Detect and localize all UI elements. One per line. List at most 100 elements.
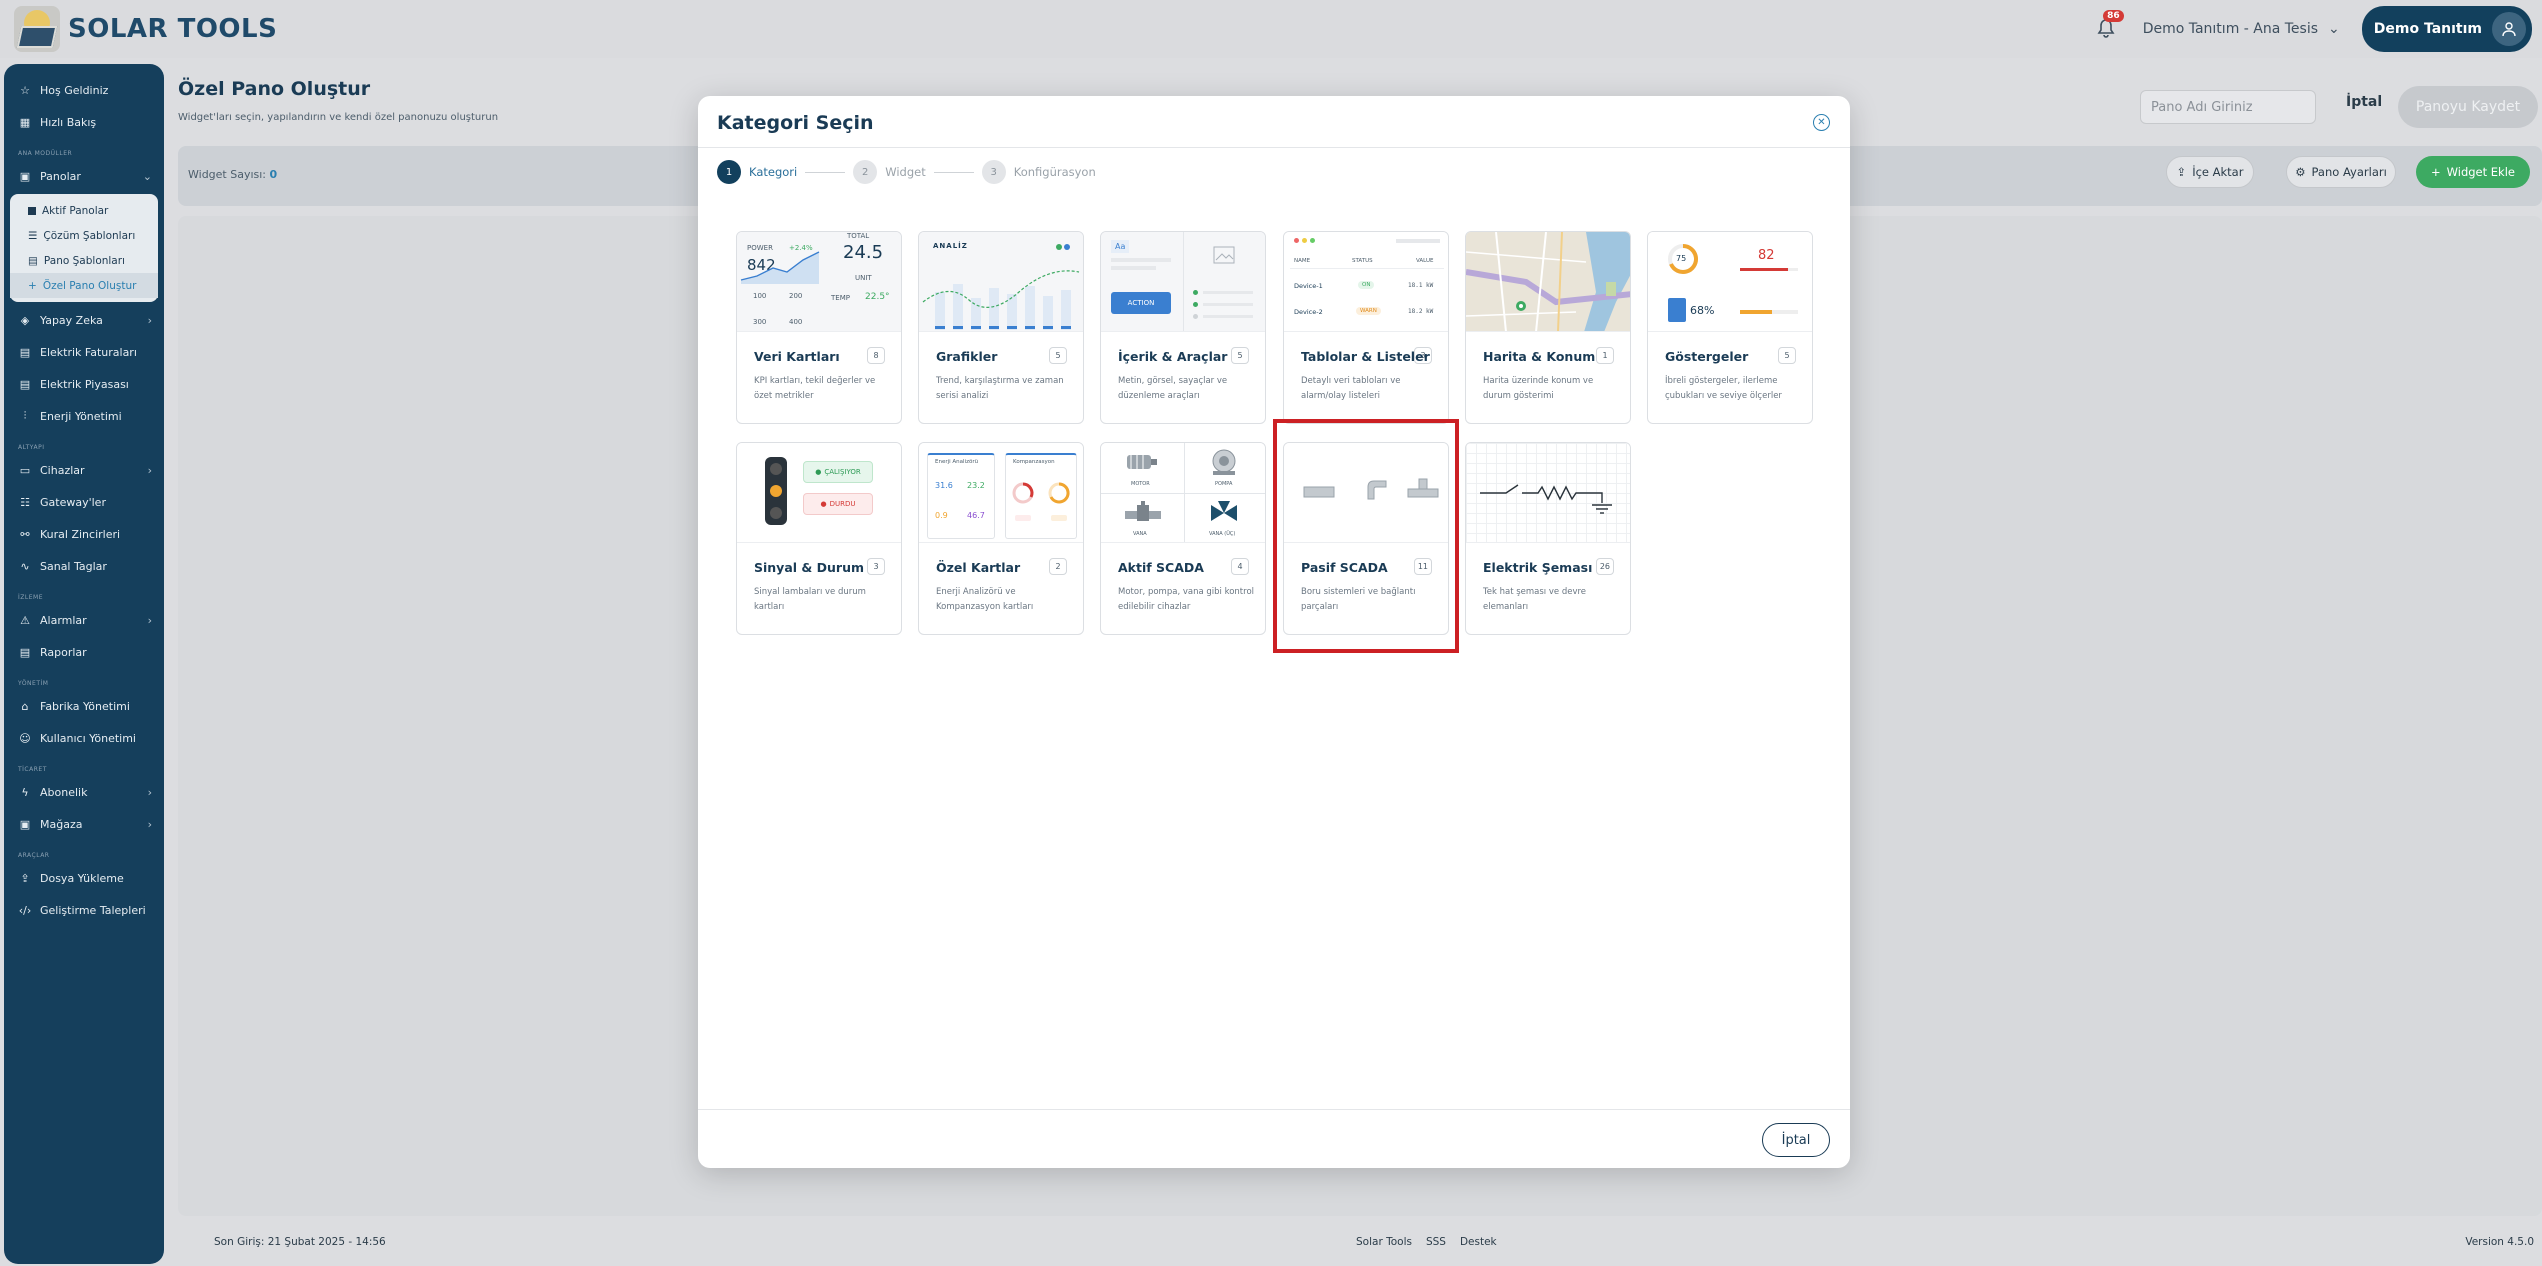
notification-badge: 86: [2103, 10, 2124, 22]
charts-thumbnail: ANALİZ: [919, 232, 1083, 332]
sidebar-section-monitor: İZLEME: [18, 594, 43, 601]
card-description: Harita üzerinde konum ve durum gösterimi: [1483, 376, 1594, 401]
thumb-text: ÇALIŞIYOR: [824, 468, 861, 476]
sidebar-item-dev-requests[interactable]: ‹/› Geliştirme Talepleri: [4, 894, 164, 926]
submenu-item-board-templates[interactable]: ▤ Pano Şablonları: [10, 248, 158, 273]
bar-line-chart-icon: [922, 244, 1080, 330]
card-description: KPI kartları, tekil değerler ve özet met…: [754, 376, 876, 401]
thumb-text: Aa: [1111, 240, 1130, 253]
sidebar-item-store[interactable]: ▣ Mağaza ›: [4, 808, 164, 840]
panolar-submenu: Aktif Panolar ☰ Çözüm Şablonları ▤ Pano Şa…: [10, 194, 158, 302]
card-count-badge: 2: [1049, 558, 1067, 575]
category-card-electrical-diagram[interactable]: Elektrik Şeması 26 Tek hat şeması ve dev…: [1465, 442, 1631, 635]
modal-cancel-button[interactable]: İptal: [1762, 1123, 1830, 1157]
list-icon: ☰: [28, 229, 38, 242]
sidebar-item-panolar[interactable]: ▣ Panolar ⌄: [4, 160, 164, 192]
sidebar-section-infra: ALTYAPI: [18, 444, 45, 451]
category-card-gauges[interactable]: 75 82 68% Göstergeler 5 İbreli göstergel…: [1647, 231, 1813, 424]
thumb-text: VANA: [1133, 531, 1147, 537]
store-icon: ▣: [19, 817, 31, 831]
card-count-badge: 5: [1049, 347, 1067, 364]
category-card-charts[interactable]: ANALİZ Grafikler 5 Trend, karşılaştırma …: [918, 231, 1084, 424]
sidebar-item-subscription[interactable]: ϟ Abonelik ›: [4, 776, 164, 808]
sidebar-item-factory[interactable]: ⌂ Fabrika Yönetimi: [4, 690, 164, 722]
import-label: İçe Aktar: [2192, 165, 2244, 179]
sidebar-item-users[interactable]: ☺ Kullanıcı Yönetimi: [4, 722, 164, 754]
upload-icon: ⇪: [2176, 165, 2187, 179]
stepper: 1 Kategori 2 Widget 3 Konfigürasyon: [717, 160, 1096, 184]
footer-link-support[interactable]: Destek: [1460, 1236, 1497, 1248]
sliders-icon: ⫶: [23, 409, 27, 422]
thumb-text: NAME: [1294, 258, 1311, 264]
notifications-button[interactable]: 86: [2091, 10, 2124, 44]
thumb-text: 400: [789, 318, 803, 326]
category-card-signals[interactable]: ● ÇALIŞIYOR ● DURDU Sinyal & Durum 3 Sin…: [736, 442, 902, 635]
plus-icon: +: [28, 279, 37, 292]
import-button[interactable]: ⇪ İçe Aktar: [2166, 156, 2254, 188]
user-menu-button[interactable]: Demo Tanıtım: [2361, 6, 2532, 52]
sidebar-item-devices[interactable]: ▭ Cihazlar ›: [4, 454, 164, 486]
category-card-content-tools[interactable]: Aa ACTION İçerik & Araçlar 5 Metin, görs…: [1100, 231, 1266, 424]
sidebar-item-rule-chains[interactable]: ⚯ Kural Zincirleri: [4, 518, 164, 550]
gauges-thumbnail: 75 82 68%: [1648, 232, 1812, 332]
thumb-text: STATUS: [1352, 258, 1373, 264]
sidebar-item-overview[interactable]: ▦ Hızlı Bakış: [4, 106, 164, 138]
thumb-status-running: ● ÇALIŞIYOR: [803, 461, 873, 483]
facility-selector[interactable]: Demo Tanıtım - Ana Tesis ⌄: [2143, 21, 2340, 37]
version: Version 4.5.0: [2465, 1236, 2534, 1248]
submenu-item-create-board[interactable]: + Özel Pano Oluştur: [10, 273, 158, 298]
category-card-map[interactable]: Harita & Konum 1 Harita üzerinde konum v…: [1465, 231, 1631, 424]
board-name-input[interactable]: Pano Adı Giriniz: [2140, 90, 2316, 124]
sidebar-item-upload[interactable]: ⇪ Dosya Yükleme: [4, 862, 164, 894]
chain-icon: ⚯: [20, 527, 30, 541]
sidebar-item-label: Gateway'ler: [40, 495, 106, 509]
category-card-tables[interactable]: NAME STATUS VALUE Device-1 ON 18.1 kW De…: [1283, 231, 1449, 424]
card-description: Metin, görsel, sayaçlar ve düzenleme ara…: [1118, 376, 1228, 401]
step-label: Kategori: [749, 165, 798, 179]
special-cards-thumbnail: Enerji Analizörü 31.6 23.2 0.9 46.7 Komp…: [919, 443, 1083, 543]
sidebar-item-gateways[interactable]: ☷ Gateway'ler: [4, 486, 164, 518]
sidebar-item-invoices[interactable]: ▤ Elektrik Faturaları: [4, 336, 164, 368]
board-settings-button[interactable]: ⚙ Pano Ayarları: [2286, 156, 2396, 188]
thumb-text: 82: [1758, 248, 1775, 263]
thumb-text: POMPA: [1215, 481, 1233, 487]
content-tools-thumbnail: Aa ACTION: [1101, 232, 1265, 332]
submenu-item-solution-templates[interactable]: ☰ Çözüm Şablonları: [10, 223, 158, 248]
sidebar-item-welcome[interactable]: ☆ Hoş Geldiniz: [4, 74, 164, 106]
thumb-text: VALUE: [1416, 258, 1434, 264]
image-icon: [1213, 246, 1235, 264]
sidebar-item-energy[interactable]: ⫶ Enerji Yönetimi: [4, 400, 164, 432]
close-icon[interactable]: ✕: [1813, 114, 1830, 131]
card-title: Elektrik Şeması: [1483, 560, 1593, 575]
submenu-item-active-boards[interactable]: Aktif Panolar: [10, 198, 158, 223]
save-board-button[interactable]: Panoyu Kaydet: [2398, 86, 2538, 128]
page-cancel-button[interactable]: İptal: [2346, 94, 2382, 110]
add-widget-button[interactable]: + Widget Ekle: [2416, 156, 2530, 188]
sidebar-item-reports[interactable]: ▤ Raporlar: [4, 636, 164, 668]
report-icon: ▤: [19, 645, 31, 659]
server-icon: ☷: [20, 495, 30, 509]
footer-link-solar-tools[interactable]: Solar Tools: [1356, 1236, 1412, 1248]
logo[interactable]: SOLAR TOOLS: [14, 6, 277, 52]
thumb-text: WARN: [1356, 307, 1381, 315]
sidebar-item-alarms[interactable]: ⚠ Alarmlar ›: [4, 604, 164, 636]
thumb-text: 18.1 kW: [1408, 282, 1434, 289]
plus-icon: +: [2431, 165, 2441, 179]
sidebar-item-label: Sanal Taglar: [40, 559, 107, 573]
three-way-valve-icon: [1211, 501, 1237, 521]
circuit-icon: [1480, 484, 1612, 514]
footer-link-faq[interactable]: SSS: [1426, 1236, 1446, 1248]
market-icon: ▤: [19, 377, 31, 391]
thumb-text: Enerji Analizörü: [935, 459, 979, 465]
category-card-special-cards[interactable]: Enerji Analizörü 31.6 23.2 0.9 46.7 Komp…: [918, 442, 1084, 635]
board-icon: [28, 206, 36, 215]
users-icon: ☺: [19, 731, 31, 745]
category-card-data-cards[interactable]: POWER +2.4% 842 TOTAL 24.5 UNIT TEMP 22.…: [736, 231, 902, 424]
traffic-light-icon: [765, 457, 787, 525]
sidebar-item-virtual-tags[interactable]: ∿ Sanal Taglar: [4, 550, 164, 582]
sidebar-item-label: Raporlar: [40, 645, 87, 659]
sidebar-item-market[interactable]: ▤ Elektrik Piyasası: [4, 368, 164, 400]
category-card-active-scada[interactable]: MOTOR POMPA VANA VANA (ÜÇ) Aktif SCADA 4…: [1100, 442, 1266, 635]
sidebar-item-ai[interactable]: ◈ Yapay Zeka ›: [4, 304, 164, 336]
step-number: 2: [853, 160, 878, 184]
